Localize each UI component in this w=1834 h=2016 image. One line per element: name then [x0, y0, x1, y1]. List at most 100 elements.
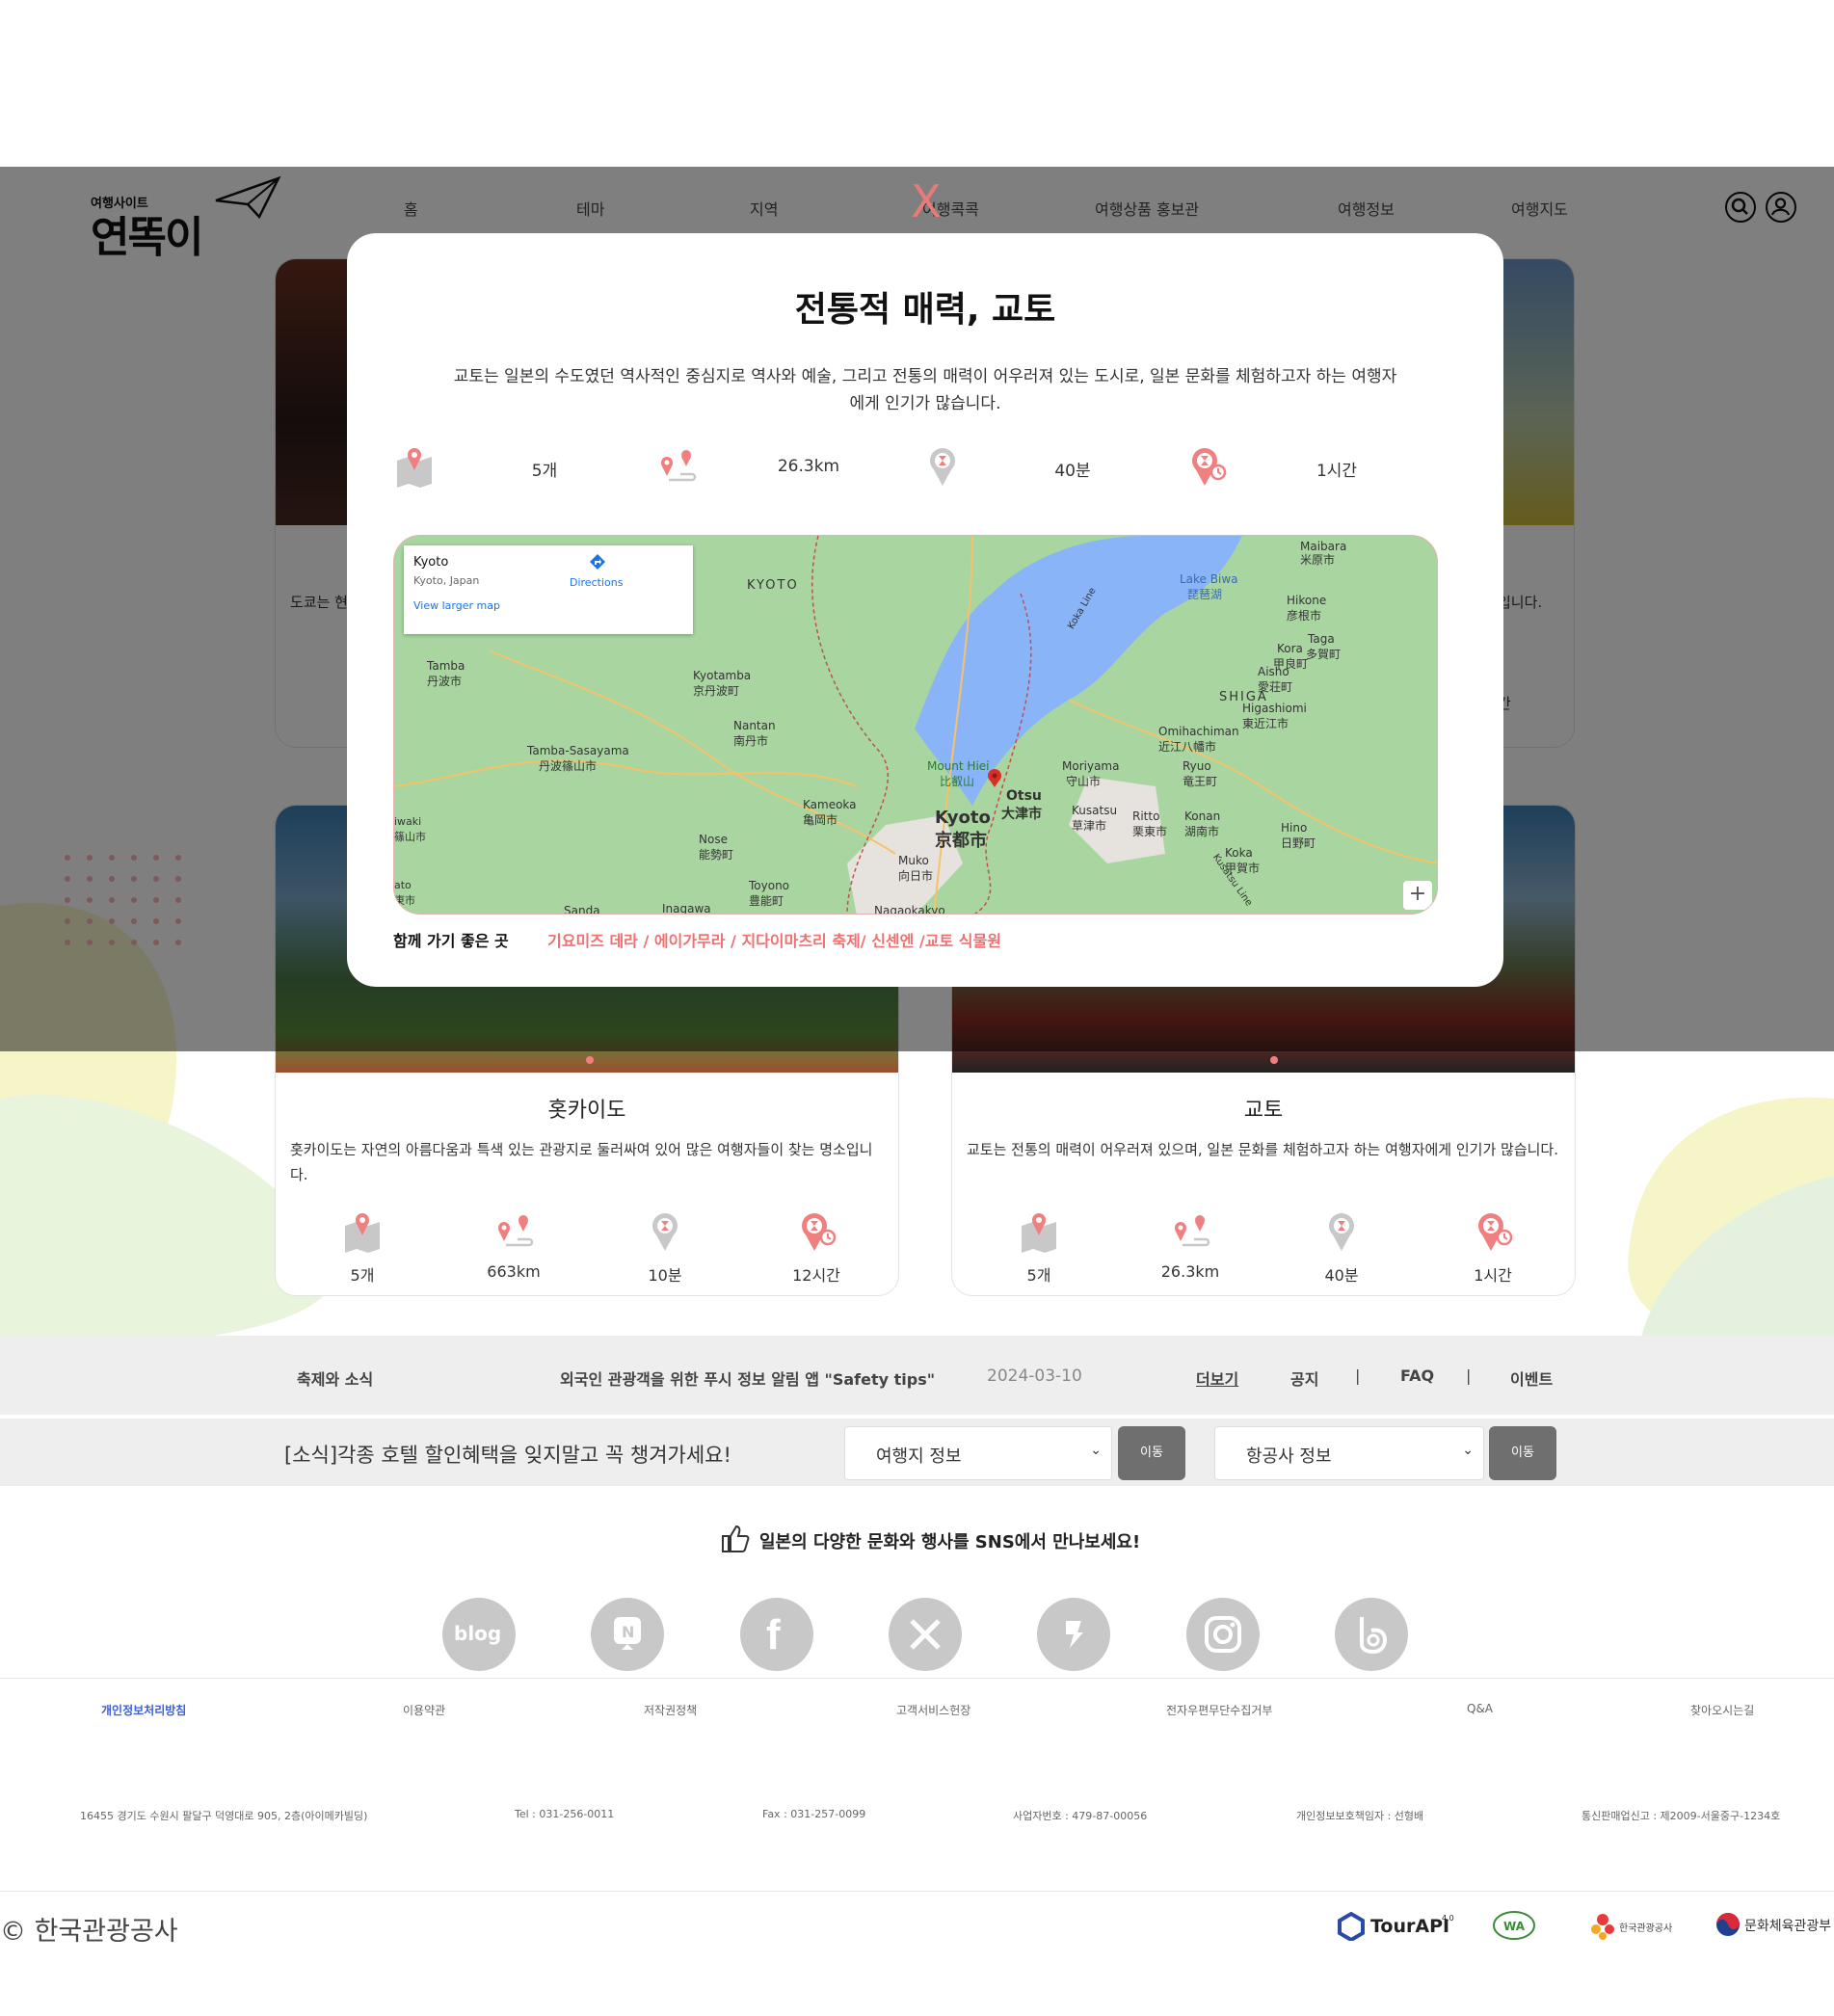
map-label: 京丹波町	[693, 684, 740, 698]
hourglass-pin-icon	[930, 448, 955, 486]
view-larger-map-link[interactable]: View larger map	[413, 599, 500, 612]
clock-pin-icon	[802, 1213, 837, 1251]
modal-stat-distance: 26.3km	[777, 457, 840, 476]
directions-icon[interactable]	[589, 553, 606, 570]
slider-dot[interactable]	[1270, 1056, 1278, 1064]
clock-pin-icon	[1478, 1213, 1513, 1251]
map-label: iwaki	[394, 815, 422, 828]
naver-post-icon[interactable]: N	[591, 1598, 664, 1671]
footer-divider	[0, 1678, 1834, 1679]
map-label: Kora	[1277, 642, 1303, 655]
tourapi-logo-text: TourAPI	[1370, 1916, 1450, 1937]
footer-privacy-link[interactable]: 개인정보처리방침	[101, 1702, 186, 1718]
tab-separator: |	[1355, 1366, 1361, 1385]
footer-service-charter-link[interactable]: 고객서비스헌장	[896, 1702, 970, 1718]
kakao-story-icon[interactable]	[1037, 1598, 1110, 1671]
map-place-card: Kyoto Kyoto, Japan Directions View large…	[404, 545, 693, 634]
stat-distance: 663km	[456, 1210, 571, 1281]
nearby-places[interactable]: 기요미즈 데라 / 에이가무라 / 지다이마츠리 축제/ 신센엔 /교토 식물원	[547, 928, 1001, 951]
stat-spots: 5개	[305, 1210, 420, 1286]
map-label: 豊能町	[749, 894, 784, 908]
footer-terms-link[interactable]: 이용약관	[403, 1702, 445, 1718]
sns-title: 일본의 다양한 문화와 행사를 SNS에서 만나보세요!	[759, 1532, 1141, 1552]
map-label: Hikone	[1287, 594, 1327, 607]
map-label: 比叡山	[940, 775, 975, 788]
map-label: Tamba	[427, 659, 465, 673]
stat-value: 5개	[1026, 1266, 1051, 1285]
map-label: Tamba-Sasayama	[527, 744, 629, 757]
band-icon[interactable]	[1335, 1598, 1408, 1671]
card-desc: 홋카이도는 자연의 아름다움과 특색 있는 관광지로 둘러싸여 있어 많은 여행…	[290, 1141, 873, 1183]
map-label: 守山市	[1066, 775, 1102, 788]
tab-notice[interactable]: 공지	[1290, 1366, 1318, 1390]
tab-event[interactable]: 이벤트	[1510, 1366, 1553, 1390]
go-button[interactable]: 이동	[1118, 1426, 1185, 1480]
stat-travel-time: 12시간	[758, 1210, 874, 1286]
web-accessibility-mark-icon: WA	[1493, 1911, 1535, 1940]
footer-business-number: 사업자번호 : 479-87-00056	[1013, 1810, 1148, 1822]
map-label: 多賀町	[1306, 648, 1342, 661]
map-label: Koka	[1225, 846, 1253, 860]
tourapi-logo-icon	[1338, 1912, 1365, 1941]
map-label: Ritto	[1132, 809, 1160, 823]
svg-text:N: N	[622, 1623, 634, 1641]
notice-text[interactable]: [소식]각종 호텔 할인혜택을 잊지말고 꼭 챙겨가세요!	[284, 1440, 731, 1469]
map-place-name: Kyoto	[413, 555, 449, 570]
footer-sales-registration: 통신판매업신고 : 제2009-서울중구-1234호	[1581, 1810, 1781, 1822]
route-icon	[1175, 1215, 1210, 1247]
map-label: 丹波市	[427, 675, 463, 688]
footer-address: 16455 경기도 수원시 팔달구 덕영대로 905, 2층(아이메카빌딩)	[80, 1810, 368, 1822]
more-link[interactable]: 더보기	[1196, 1366, 1238, 1390]
x-icon[interactable]	[889, 1598, 962, 1671]
destination-info-select[interactable]: 여행지 정보 ⌄	[844, 1426, 1112, 1480]
mcst-logo-icon	[1716, 1913, 1740, 1936]
go-button[interactable]: 이동	[1489, 1426, 1556, 1480]
map-label: 愛荘町	[1258, 680, 1293, 694]
stat-spots: 5개	[981, 1210, 1097, 1286]
map-label: 琵琶湖	[1187, 588, 1223, 601]
news-section-title: 축제와 소식	[297, 1370, 374, 1389]
instagram-icon[interactable]	[1186, 1598, 1260, 1671]
news-headline[interactable]: 외국인 관광객을 위한 푸시 정보 알림 앱 "Safety tips"	[560, 1366, 935, 1390]
blog-icon[interactable]: blog	[442, 1598, 516, 1671]
slider-dot[interactable]	[586, 1056, 594, 1064]
stat-value: 26.3km	[1160, 1262, 1220, 1281]
thumbs-up-icon	[722, 1525, 750, 1552]
map-label: Hino	[1281, 821, 1308, 835]
route-icon	[498, 1215, 534, 1247]
map-label: 竜王町	[1183, 775, 1218, 788]
map-label: 南丹市	[733, 734, 769, 748]
svg-text:WA: WA	[1503, 1920, 1526, 1933]
directions-link[interactable]: Directions	[570, 576, 623, 589]
footer-copyright-policy-link[interactable]: 저작권정책	[644, 1702, 697, 1718]
map-label: 米原市	[1300, 553, 1336, 567]
map-label: Lake Biwa	[1180, 572, 1238, 586]
map-pin-icon	[397, 448, 432, 488]
tab-faq[interactable]: FAQ	[1400, 1366, 1434, 1385]
map-label: 亀岡市	[803, 813, 838, 827]
map-label: Muko	[898, 854, 929, 867]
stat-distance: 26.3km	[1132, 1210, 1248, 1281]
google-map-embed[interactable]: KYOTO Lake Biwa 琵琶湖 SHIGA Kyoto 京都市 Otsu…	[393, 535, 1438, 915]
map-label: 東市	[394, 894, 415, 907]
hourglass-pin-icon	[1329, 1213, 1354, 1251]
map-label: Kusatsu	[1072, 804, 1118, 817]
map-pin-icon	[345, 1213, 380, 1253]
close-icon[interactable]: X	[911, 179, 942, 224]
footer-qna-link[interactable]: Q&A	[1467, 1702, 1493, 1715]
map-label: 京都市	[935, 831, 987, 851]
facebook-icon[interactable]: f	[740, 1598, 813, 1671]
map-label: Inagawa	[662, 902, 711, 915]
airline-info-select[interactable]: 항공사 정보 ⌄	[1214, 1426, 1484, 1480]
nearby-label: 함께 가기 좋은 곳	[393, 932, 509, 950]
map-label: Omihachiman	[1158, 725, 1239, 738]
footer-email-policy-link[interactable]: 전자우편무단수집거부	[1166, 1702, 1272, 1718]
map-pin-icon	[1022, 1213, 1056, 1253]
zoom-in-button[interactable]: +	[1403, 881, 1432, 910]
footer-directions-link[interactable]: 찾아오시는길	[1690, 1702, 1754, 1718]
destination-modal: 전통적 매력, 교토 교토는 일본의 수도였던 역사적인 중심지로 역사와 예술…	[347, 233, 1503, 987]
map-label: Konan	[1184, 809, 1221, 823]
clock-pin-icon	[1192, 448, 1227, 486]
card-title: 홋카이도	[547, 1099, 626, 1123]
map-label: Otsu	[1006, 788, 1042, 804]
